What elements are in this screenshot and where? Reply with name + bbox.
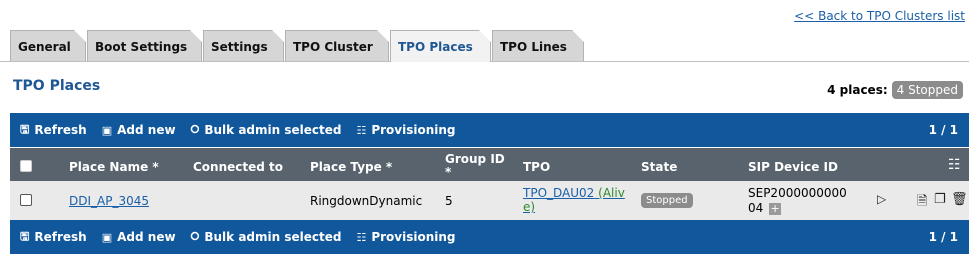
tpo-name: TPO_DAU02 bbox=[523, 186, 595, 200]
col-state[interactable]: State bbox=[641, 160, 677, 174]
bulk-admin-label: Bulk admin selected bbox=[204, 230, 342, 244]
tab-boot-settings[interactable]: Boot Settings bbox=[87, 30, 202, 61]
copy-icon[interactable]: ❐ bbox=[934, 192, 946, 207]
place-type-cell: RingdownDynamic bbox=[310, 194, 423, 208]
tab-bar: General Boot Settings Settings TPO Clust… bbox=[0, 30, 969, 62]
col-place-name[interactable]: Place Name * bbox=[69, 160, 159, 174]
refresh-icon: 🖫 bbox=[20, 122, 30, 136]
stopped-status-badge: 4 Stopped bbox=[891, 81, 963, 99]
refresh-label: Refresh bbox=[34, 230, 87, 244]
col-sip-device-id[interactable]: SIP Device ID bbox=[748, 160, 838, 174]
tab-general[interactable]: General bbox=[10, 30, 86, 61]
provisioning-button-bottom[interactable]: ☷ Provisioning bbox=[356, 230, 455, 244]
bulk-admin-icon: ⭘ bbox=[190, 230, 200, 243]
add-new-button-bottom[interactable]: ▣ Add new bbox=[102, 230, 176, 244]
provisioning-button[interactable]: ☷ Provisioning bbox=[356, 123, 455, 137]
group-id-cell: 5 bbox=[445, 194, 453, 208]
add-new-button[interactable]: ▣ Add new bbox=[102, 123, 176, 137]
places-count-label: 4 places: bbox=[827, 83, 888, 97]
bulk-admin-label: Bulk admin selected bbox=[204, 123, 342, 137]
tpo-alive-status-cont: e) bbox=[523, 200, 536, 214]
provisioning-icon: ☷ bbox=[356, 123, 367, 137]
sip-device-id-cell: SEP2000000000 04 + bbox=[748, 186, 847, 216]
add-new-label: Add new bbox=[117, 123, 176, 137]
trash-icon[interactable]: 🗑 bbox=[951, 192, 968, 207]
row-checkbox[interactable] bbox=[20, 194, 32, 206]
table-header: Place Name * Connected to Place Type * G… bbox=[10, 148, 969, 181]
expand-plus-icon[interactable]: + bbox=[769, 202, 782, 215]
page-title: TPO Places bbox=[13, 78, 101, 94]
play-icon[interactable]: ▷ bbox=[877, 192, 886, 206]
pagination: 1 / 1 bbox=[928, 123, 958, 137]
pagination-bottom: 1 / 1 bbox=[928, 230, 958, 244]
refresh-icon: 🖫 bbox=[20, 229, 30, 243]
edit-icon[interactable]: 🗎 bbox=[917, 192, 927, 214]
bulk-admin-icon: ⭘ bbox=[190, 123, 200, 136]
bulk-admin-button[interactable]: ⭘ Bulk admin selected bbox=[191, 123, 342, 137]
bulk-admin-button-bottom[interactable]: ⭘ Bulk admin selected bbox=[191, 230, 342, 244]
col-group-id[interactable]: Group ID * bbox=[445, 153, 515, 179]
place-name-link[interactable]: DDI_AP_3045 bbox=[69, 194, 149, 208]
select-all-checkbox[interactable] bbox=[20, 160, 32, 172]
add-icon: ▣ bbox=[101, 230, 113, 244]
table-row: DDI_AP_3045 RingdownDynamic 5 TPO_DAU02 … bbox=[10, 181, 969, 220]
tpo-link[interactable]: TPO_DAU02 (Aliv e) bbox=[523, 186, 625, 214]
tab-tpo-lines[interactable]: TPO Lines bbox=[492, 30, 584, 61]
col-group-id-label: Group ID bbox=[445, 152, 505, 166]
provisioning-label: Provisioning bbox=[371, 123, 456, 137]
tab-tpo-cluster[interactable]: TPO Cluster bbox=[285, 30, 389, 61]
add-new-label: Add new bbox=[117, 230, 176, 244]
back-to-clusters-link[interactable]: << Back to TPO Clusters list bbox=[794, 9, 965, 23]
refresh-label: Refresh bbox=[34, 123, 87, 137]
tpo-alive-status: (Aliv bbox=[598, 186, 625, 200]
refresh-button-bottom[interactable]: 🖫 Refresh bbox=[20, 228, 87, 247]
tab-settings[interactable]: Settings bbox=[203, 30, 284, 61]
add-icon: ▣ bbox=[101, 123, 113, 137]
col-connected-to[interactable]: Connected to bbox=[193, 160, 283, 174]
sip-device-id-line2: 04 bbox=[748, 201, 764, 215]
col-tpo[interactable]: TPO bbox=[523, 160, 550, 174]
top-toolbar: 🖫 Refresh ▣ Add new ⭘ Bulk admin selecte… bbox=[10, 113, 969, 147]
state-badge: Stopped bbox=[641, 193, 693, 208]
bottom-toolbar: 🖫 Refresh ▣ Add new ⭘ Bulk admin selecte… bbox=[10, 220, 969, 254]
provisioning-icon: ☷ bbox=[356, 230, 367, 244]
col-group-id-required: * bbox=[445, 165, 452, 179]
provisioning-label: Provisioning bbox=[371, 230, 456, 244]
sip-device-id-line1: SEP2000000000 bbox=[748, 186, 847, 200]
tab-tpo-places[interactable]: TPO Places bbox=[390, 30, 491, 62]
column-chooser-icon[interactable]: ☷ bbox=[948, 157, 961, 173]
places-summary: 4 places: 4 Stopped bbox=[827, 81, 963, 99]
col-place-type[interactable]: Place Type * bbox=[310, 160, 392, 174]
refresh-button[interactable]: 🖫 Refresh bbox=[20, 121, 87, 140]
